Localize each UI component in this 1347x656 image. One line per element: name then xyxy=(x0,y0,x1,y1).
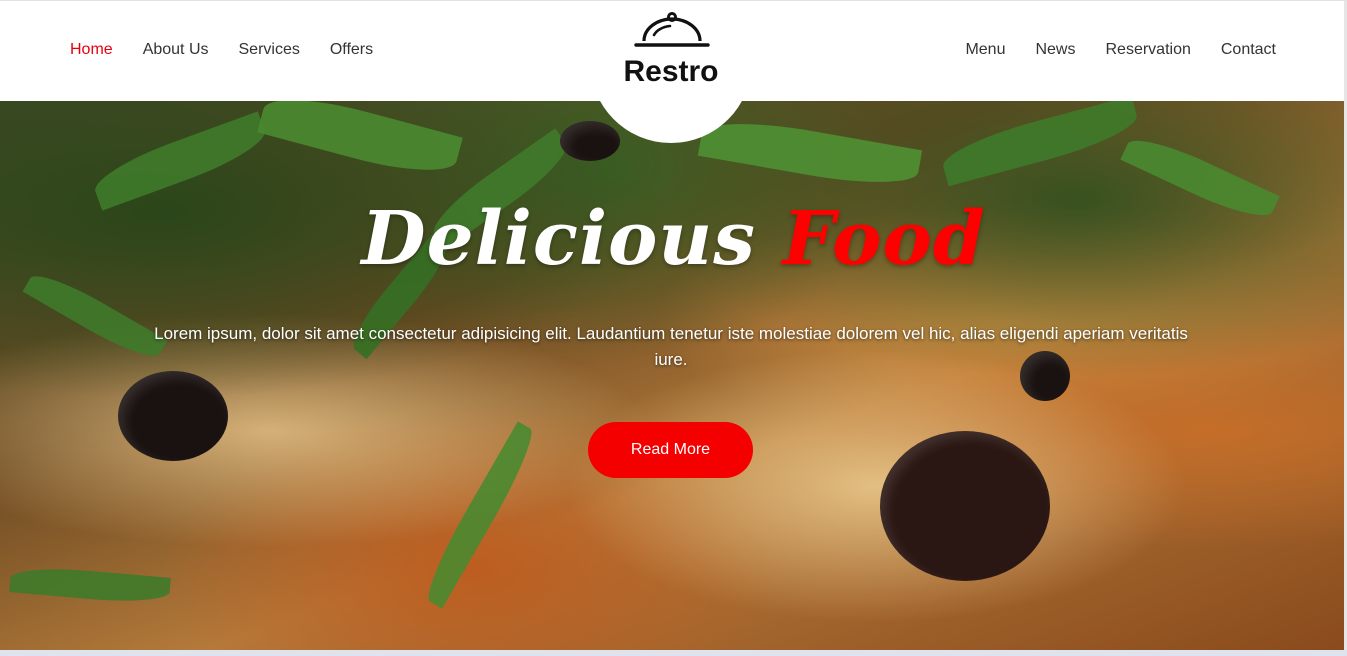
nav-reservation-link[interactable]: Reservation xyxy=(1105,41,1190,59)
hero-title-main: Delicious xyxy=(361,196,783,282)
cloche-icon[interactable] xyxy=(634,11,710,51)
nav-right: Menu News Reservation Contact xyxy=(965,41,1276,59)
brand-logo-text[interactable]: Restro xyxy=(600,55,742,89)
nav-news-link[interactable]: News xyxy=(1035,41,1075,59)
hero-section: Delicious Food Lorem ipsum, dolor sit am… xyxy=(0,101,1347,650)
nav-services-link[interactable]: Services xyxy=(239,41,300,59)
nav-contact-link[interactable]: Contact xyxy=(1221,41,1276,59)
nav-left: Home About Us Services Offers xyxy=(70,41,373,59)
nav-home-link[interactable]: Home xyxy=(70,41,113,59)
nav-about-link[interactable]: About Us xyxy=(143,41,209,59)
nav-offers-link[interactable]: Offers xyxy=(330,41,373,59)
hero-title: Delicious Food xyxy=(0,196,1347,282)
read-more-button[interactable]: Read More xyxy=(588,422,753,478)
nav-menu-link[interactable]: Menu xyxy=(965,41,1005,59)
hero-background-image xyxy=(0,101,1347,650)
hero-title-accent: Food xyxy=(782,196,986,282)
page: Home About Us Services Offers Menu News … xyxy=(0,0,1347,650)
hero-description: Lorem ipsum, dolor sit amet consectetur … xyxy=(154,324,1188,369)
